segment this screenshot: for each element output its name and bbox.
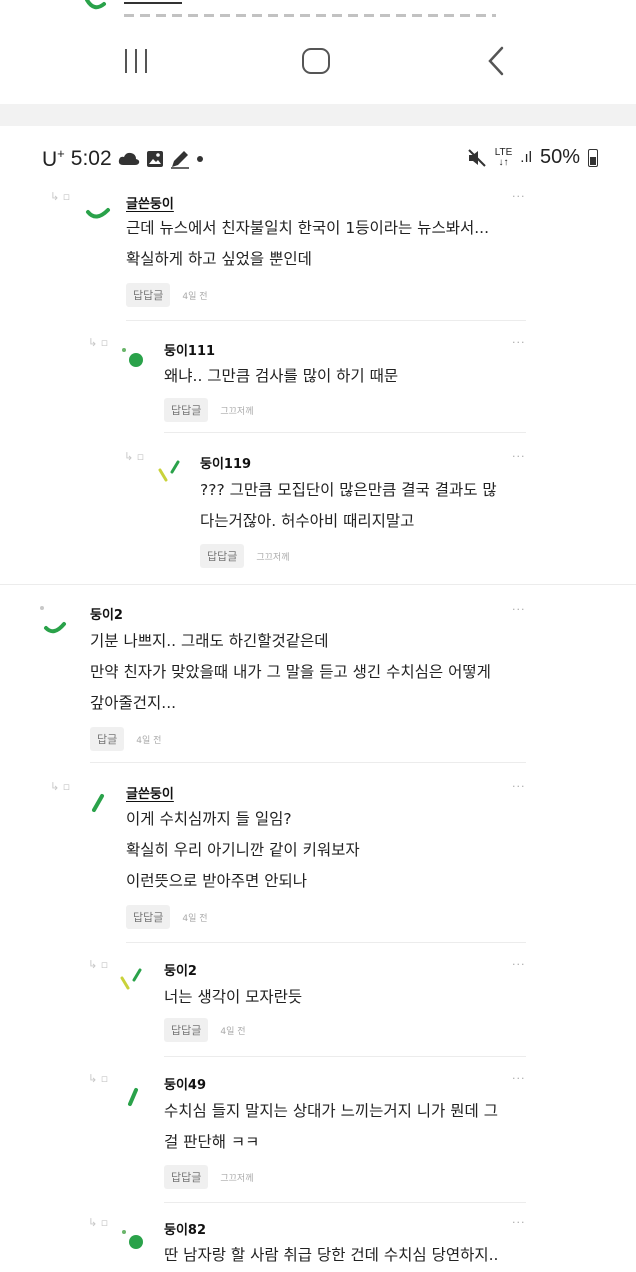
comment-author[interactable]: 글쓴둥이 <box>126 783 174 802</box>
avatar-icon <box>92 794 104 812</box>
reply-arrow-icon: ↳ ▫ <box>88 1216 109 1229</box>
lte-icon: LTE ↓↑ <box>494 146 513 168</box>
comment-body: 너는 생각이 모자란듯 <box>164 988 303 1006</box>
more-options-icon[interactable]: ··· <box>512 1072 526 1085</box>
reply-arrow-icon: ↳ ▫ <box>88 336 109 349</box>
reply-button[interactable]: 답답글 <box>164 398 209 422</box>
divider <box>164 432 526 433</box>
avatar-icon <box>120 968 142 990</box>
recents-icon <box>125 49 127 73</box>
more-options-icon[interactable]: ··· <box>512 450 526 463</box>
reply-arrow-icon: ↳ ▫ <box>88 958 109 971</box>
previous-screen-fragment <box>0 0 636 104</box>
signal-icon: .ıl <box>520 149 532 166</box>
screenshot-gap <box>0 104 636 126</box>
comment-time: 4일 전 <box>182 291 208 302</box>
comment-author[interactable]: 글쓴둥이 <box>126 193 174 212</box>
battery-percent: 50% <box>539 146 580 168</box>
comment-body: ??? 그만큼 모집단이 많은만큼 결국 결과도 많 다는거잖아. 허수아비 때… <box>200 481 497 530</box>
home-icon <box>302 48 330 74</box>
comment-time: 그끄저께 <box>220 406 254 417</box>
comment-time: 그끄저께 <box>220 1173 254 1184</box>
reply-arrow-icon: ↳ ▫ <box>88 1072 109 1085</box>
comment-author[interactable]: 둥이49 <box>164 1074 206 1093</box>
carrier-label: U+ <box>42 146 65 171</box>
divider <box>0 584 636 585</box>
reply-arrow-icon: ↳ ▫ <box>124 450 145 463</box>
back-chevron-icon <box>488 46 504 76</box>
pen-edit-icon <box>170 151 189 169</box>
gallery-icon <box>146 151 163 167</box>
comment-time: 4일 전 <box>182 913 208 924</box>
comment-body: 이게 수치심까지 들 일임? 확실히 우리 아기니깐 같이 키워보자 이런뜻으로… <box>126 810 360 890</box>
reply-arrow-icon: ↳ ▫ <box>50 190 71 203</box>
mute-icon <box>467 148 486 167</box>
comment-body: 기분 나쁘지.. 그래도 하긴할것같은데 만약 친자가 맞았을때 내가 그 말을… <box>90 632 491 712</box>
avatar-icon <box>40 606 66 634</box>
notification-dot-icon <box>196 156 203 162</box>
reply-arrow-icon: ↳ ▫ <box>50 780 71 793</box>
divider <box>90 762 526 763</box>
more-options-icon[interactable]: ··· <box>512 603 526 616</box>
comment-author[interactable]: 둥이119 <box>200 453 251 472</box>
back-button[interactable] <box>476 44 516 78</box>
avatar-fragment-icon <box>85 0 106 10</box>
avatar-icon <box>128 1088 138 1106</box>
comment-body: 근데 뉴스에서 친자불일치 한국이 1등이라는 뉴스봐서... 확실하게 하고 … <box>126 219 489 268</box>
more-options-icon[interactable]: ··· <box>512 190 526 203</box>
comment-author[interactable]: 둥이82 <box>164 1219 206 1238</box>
reply-button[interactable]: 답답글 <box>126 283 171 307</box>
fragment-name <box>124 0 182 4</box>
divider <box>164 1202 526 1203</box>
home-button[interactable] <box>296 44 336 78</box>
fragment-text <box>124 14 496 17</box>
reply-button[interactable]: 답답글 <box>164 1165 209 1189</box>
divider <box>126 942 526 943</box>
comment-time: 4일 전 <box>136 735 162 746</box>
more-options-icon[interactable]: ··· <box>512 1216 526 1229</box>
comment-body: 왜냐.. 그만큼 검사를 많이 하기 때문 <box>164 367 399 385</box>
battery-icon <box>588 148 598 167</box>
avatar-icon <box>122 1230 143 1249</box>
comment-body: 수치심 들지 말지는 상대가 느끼는거지 니가 뭔데 그 걸 판단해 ㅋㅋ <box>164 1102 498 1151</box>
avatar-icon <box>158 460 180 482</box>
clock: 5:02 <box>70 147 112 170</box>
comment-author[interactable]: 둥이2 <box>90 604 123 623</box>
status-bar: U+ 5:02 LTE ↓↑ .ıl 50% <box>0 140 636 178</box>
more-options-icon[interactable]: ··· <box>512 780 526 793</box>
avatar-icon <box>86 208 110 219</box>
cloud-icon <box>118 152 139 165</box>
comment-author[interactable]: 둥이111 <box>164 340 215 359</box>
avatar-icon <box>122 348 143 367</box>
reply-button[interactable]: 답글 <box>90 727 125 751</box>
comment-time: 그끄저께 <box>256 552 290 563</box>
more-options-icon[interactable]: ··· <box>512 958 526 971</box>
recents-button[interactable] <box>116 44 156 78</box>
reply-button[interactable]: 답답글 <box>126 905 171 929</box>
reply-button[interactable]: 답답글 <box>164 1018 209 1042</box>
divider <box>126 320 526 321</box>
comment-time: 4일 전 <box>220 1026 246 1037</box>
reply-button[interactable]: 답답글 <box>200 544 245 568</box>
comment-body: 딴 남자랑 할 사람 취급 당한 건데 수치심 당연하지.. <box>164 1246 499 1264</box>
android-nav-bar <box>0 36 636 86</box>
divider <box>164 1056 526 1057</box>
comment-author[interactable]: 둥이2 <box>164 960 197 979</box>
more-options-icon[interactable]: ··· <box>512 336 526 349</box>
